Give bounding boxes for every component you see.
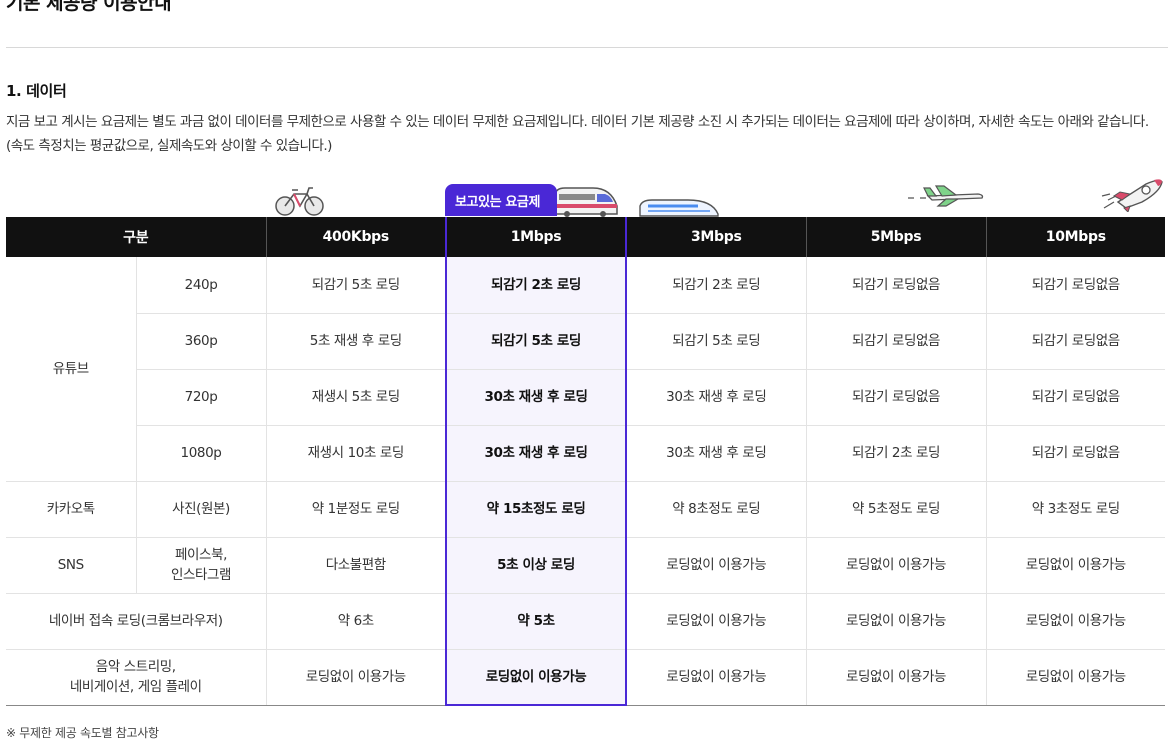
table-cell: 로딩없이 이용가능 [985, 537, 1166, 594]
table-cell: 로딩없이 이용가능 [265, 649, 447, 706]
header-category: 구분 [6, 217, 267, 257]
table-row: SNS 페이스북, 인스타그램 다소불편함 5초 이상 로딩 로딩없이 이용가능… [6, 537, 1166, 594]
table-cell: 약 8초정도 로딩 [625, 481, 807, 538]
footnote: ※ 무제한 제공 속도별 참고사항 [6, 726, 159, 740]
header-10mbps: 10Mbps [985, 217, 1166, 257]
header-5mbps: 5Mbps [805, 217, 987, 257]
table-row: 네이버 접속 로딩(크롬브라우저) 약 6초 약 5초 로딩없이 이용가능 로딩… [6, 593, 1166, 650]
table-cell-highlight: 되감기 5초 로딩 [445, 313, 628, 370]
group-sns: SNS [6, 537, 136, 594]
group-naver: 네이버 접속 로딩(크롬브라우저) [6, 593, 267, 650]
table-cell: 약 3초정도 로딩 [985, 481, 1166, 538]
table-cell: 다소불편함 [265, 537, 447, 594]
group-youtube: 유튜브 [6, 257, 136, 482]
table-cell: 되감기 로딩없음 [985, 313, 1166, 370]
table-cell-highlight: 5초 이상 로딩 [445, 537, 628, 594]
airplane-icon [908, 185, 984, 207]
group-kakaotalk: 카카오톡 [6, 481, 136, 538]
table-cell: 되감기 2초 로딩 [805, 425, 987, 482]
speed-table: 구분 400Kbps 1Mbps 3Mbps 5Mbps 10Mbps 유튜브 … [6, 217, 1166, 706]
table-cell: 5초 재생 후 로딩 [265, 313, 447, 370]
speed-icons [0, 178, 1168, 218]
row-sub-label: 240p [135, 257, 267, 314]
table-cell: 되감기 로딩없음 [805, 369, 987, 426]
current-plan-badge: 보고있는 요금제 [445, 184, 557, 216]
row-sub-label: 720p [135, 369, 267, 426]
table-cell: 로딩없이 이용가능 [985, 593, 1166, 650]
table-cell: 로딩없이 이용가능 [625, 593, 807, 650]
table-row: 1080p 재생시 10초 로딩 30초 재생 후 로딩 30초 재생 후 로딩… [6, 425, 1166, 482]
table-header-row: 구분 400Kbps 1Mbps 3Mbps 5Mbps 10Mbps [6, 217, 1166, 257]
table-cell: 되감기 5초 로딩 [625, 313, 807, 370]
table-row: 720p 재생시 5초 로딩 30초 재생 후 로딩 30초 재생 후 로딩 되… [6, 369, 1166, 426]
row-sub-label: 360p [135, 313, 267, 370]
row-sub-label: 1080p [135, 425, 267, 482]
table-cell: 재생시 5초 로딩 [265, 369, 447, 426]
table-cell-highlight: 약 15초정도 로딩 [445, 481, 628, 538]
table-cell: 로딩없이 이용가능 [805, 593, 987, 650]
section-title: 1. 데이터 [6, 82, 67, 100]
bullet-train-icon [639, 199, 719, 217]
table-cell: 약 6초 [265, 593, 447, 650]
table-cell: 되감기 로딩없음 [805, 257, 987, 314]
table-cell: 로딩없이 이용가능 [625, 537, 807, 594]
table-cell: 로딩없이 이용가능 [985, 649, 1166, 706]
table-row: 음악 스트리밍, 네비게이션, 게임 플레이 로딩없이 이용가능 로딩없이 이용… [6, 649, 1166, 706]
header-400kbps: 400Kbps [265, 217, 447, 257]
table-cell: 로딩없이 이용가능 [805, 537, 987, 594]
table-cell: 되감기 로딩없음 [985, 369, 1166, 426]
table-row: 카카오톡 사진(원본) 약 1분정도 로딩 약 15초정도 로딩 약 8초정도 … [6, 481, 1166, 538]
header-1mbps: 1Mbps [445, 217, 628, 257]
title-divider [6, 47, 1168, 48]
table-cell-highlight: 30초 재생 후 로딩 [445, 425, 628, 482]
table-cell: 로딩없이 이용가능 [625, 649, 807, 706]
bicycle-icon [275, 187, 324, 216]
group-music: 음악 스트리밍, 네비게이션, 게임 플레이 [6, 649, 267, 706]
table-cell-highlight: 약 5초 [445, 593, 628, 650]
table-cell: 30초 재생 후 로딩 [625, 425, 807, 482]
table-cell: 되감기 로딩없음 [985, 257, 1166, 314]
table-cell-highlight: 로딩없이 이용가능 [445, 649, 628, 706]
table-cell: 약 1분정도 로딩 [265, 481, 447, 538]
table-cell: 되감기 로딩없음 [805, 313, 987, 370]
row-sub-label: 페이스북, 인스타그램 [135, 537, 267, 594]
table-cell: 약 5초정도 로딩 [805, 481, 987, 538]
header-3mbps: 3Mbps [625, 217, 807, 257]
table-cell: 로딩없이 이용가능 [805, 649, 987, 706]
table-row: 유튜브 240p 되감기 5초 로딩 되감기 2초 로딩 되감기 2초 로딩 되… [6, 257, 1166, 482]
table-cell: 30초 재생 후 로딩 [625, 369, 807, 426]
table-row: 360p 5초 재생 후 로딩 되감기 5초 로딩 되감기 5초 로딩 되감기 … [6, 313, 1166, 370]
table-cell-highlight: 30초 재생 후 로딩 [445, 369, 628, 426]
rocket-icon [1101, 179, 1163, 212]
table-cell: 되감기 로딩없음 [985, 425, 1166, 482]
page-title: 기본 제공량 이용안내 [6, 0, 172, 14]
table-cell: 되감기 2초 로딩 [625, 257, 807, 314]
table-cell: 재생시 10초 로딩 [265, 425, 447, 482]
row-sub-label: 사진(원본) [135, 481, 267, 538]
section-description: 지금 보고 계시는 요금제는 별도 과금 없이 데이터를 무제한으로 사용할 수… [6, 114, 1149, 154]
train-icon [554, 187, 618, 217]
table-cell-highlight: 되감기 2초 로딩 [445, 257, 628, 314]
table-cell: 되감기 5초 로딩 [265, 257, 447, 314]
